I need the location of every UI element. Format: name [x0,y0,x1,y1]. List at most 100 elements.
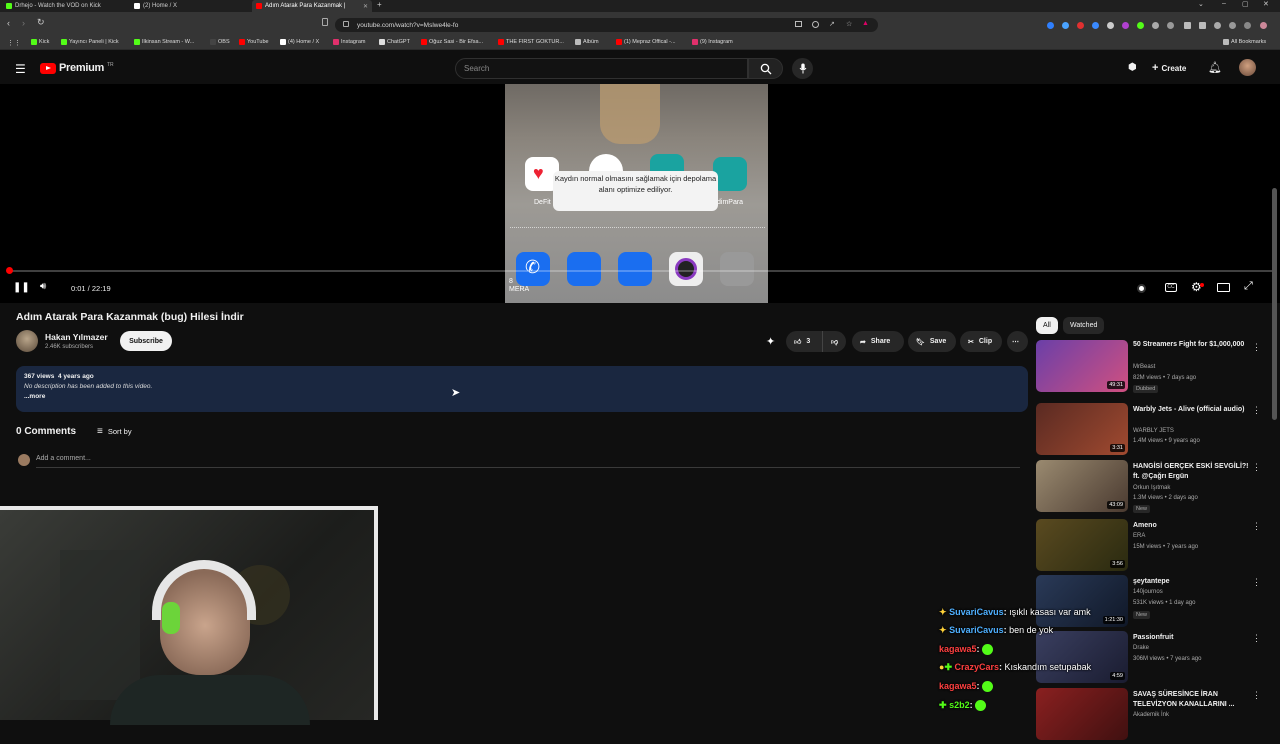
volume-icon[interactable]: 🔊︎ [40,281,46,292]
recommended-video[interactable]: 1:21:30 şeytantepe 140journos 531K views… [1036,575,1276,631]
recommended-video[interactable]: 49:31 50 Streamers Fight for $1,000,000 … [1036,340,1276,396]
close-window-icon[interactable]: ✕ [1263,0,1269,8]
more-vertical-icon[interactable]: ⋮ [1252,633,1261,644]
scrubber-handle[interactable] [6,267,13,274]
like-button[interactable]: 👍︎ 3 [786,331,822,352]
bookmark[interactable]: Albüm [575,39,599,45]
all-bookmarks[interactable]: All Bookmarks [1223,39,1266,45]
recommended-channel[interactable]: Akademik İnk [1133,712,1169,718]
recommended-channel[interactable]: Drake [1133,645,1149,651]
video-thumbnail[interactable]: 3:31 [1036,403,1128,455]
video-thumbnail[interactable]: 49:31 [1036,340,1128,392]
create-button[interactable]: + Create [1152,62,1186,74]
settings-gear-icon[interactable]: ⚙ [1191,280,1202,294]
recommended-video[interactable]: SAVAŞ SÜRESİNCE İRAN TELEVİZYON KANALLAR… [1036,688,1276,744]
extension-icon[interactable] [1107,22,1114,29]
share-button[interactable]: ➦ Share [852,331,904,352]
bookmark[interactable]: YouTube [239,39,269,45]
more-vertical-icon[interactable]: ⋮ [1252,342,1261,353]
extension-icon[interactable]: ▲ [862,20,869,27]
show-more-link[interactable]: ...more [24,393,1020,400]
more-vertical-icon[interactable]: ⋮ [1252,690,1261,701]
bookmark[interactable]: OBS [210,39,230,45]
channel-avatar[interactable] [16,330,38,352]
subscribe-button[interactable]: Subscribe [120,331,172,351]
chip-watched[interactable]: Watched [1063,317,1105,334]
recommended-video[interactable]: 43:09 HANGİSİ GERÇEK ESKİ SEVGİLİ?! ft. … [1036,460,1276,516]
avatar-icon[interactable] [1260,22,1267,29]
bookmark[interactable]: Kick [31,39,49,45]
cast-icon[interactable]: ⬢ [1128,62,1137,73]
clip-button[interactable]: ✂ Clip [960,331,1002,352]
autoplay-toggle[interactable] [1137,284,1146,293]
shield-icon[interactable] [1229,22,1236,29]
browser-tab[interactable]: Drhejo - Watch the VOD on Kick [2,0,130,12]
extension-icon[interactable] [1152,22,1159,29]
bookmark[interactable]: Yayıncı Paneli | Kick [61,39,119,45]
browser-tab-active[interactable]: Adım Atarak Para Kazanmak | ✕ [252,0,372,12]
bookmark[interactable]: (1) Mepraz Offical -... [616,39,676,45]
account-avatar[interactable] [1239,59,1256,76]
fullscreen-icon[interactable]: ⤢ [1244,280,1253,293]
extension-icon[interactable] [1092,22,1099,29]
miniplayer-icon[interactable] [1217,283,1230,292]
star-icon[interactable]: ☆ [846,20,852,28]
site-info-icon[interactable] [343,21,349,27]
recommended-video[interactable]: 4:59 Passionfruit Drake 306M views • 7 y… [1036,631,1276,687]
save-button[interactable]: 🔖︎ Save [908,331,956,352]
recommended-channel[interactable]: Orkun Işıtmak [1133,485,1170,491]
share-page-icon[interactable]: ↗ [829,20,835,28]
maximize-icon[interactable]: ▢ [1242,0,1249,8]
new-tab-icon[interactable]: + [377,0,382,9]
channel-name[interactable]: Hakan Yılmazer [45,332,108,342]
bookmark[interactable]: ChatGPT [379,39,410,45]
downloads-icon[interactable] [1214,22,1221,29]
extension-icon[interactable] [1062,22,1069,29]
bookmark[interactable]: Oğuz Sasi - Bir Efsa... [421,39,483,45]
chip-all[interactable]: All [1036,317,1058,334]
dislike-button[interactable]: 👎︎ [822,331,846,352]
description-box[interactable]: 367 views 4 years ago No description has… [16,366,1028,412]
bookmark[interactable]: Instagram [333,39,365,45]
tab-list-icon[interactable]: ⌄ [1198,0,1204,8]
page-scrollbar[interactable] [1272,188,1277,420]
bookmark[interactable]: (4) Home / X [280,39,319,45]
recommended-channel[interactable]: 140journos [1133,589,1163,595]
voice-search-button[interactable] [792,58,813,79]
video-thumbnail[interactable]: 1:21:30 [1036,575,1128,627]
url-bar[interactable]: youtube.com/watch?v=Mslwe4le-fo ↗ ☆ ▲ [335,18,878,32]
cast-icon[interactable] [795,21,802,27]
forward-icon[interactable]: › [22,18,25,28]
more-vertical-icon[interactable]: ⋮ [1252,577,1261,588]
bookmark-page-icon[interactable] [322,18,328,26]
captions-icon[interactable]: CC [1165,283,1177,292]
extension-icon[interactable] [1137,22,1144,29]
bell-icon[interactable]: 🔔︎ [1208,61,1222,74]
extension-icon[interactable] [1122,22,1129,29]
sort-by-button[interactable]: ≡ Sort by [97,426,132,437]
recommended-channel[interactable]: ERA [1133,533,1145,539]
recommended-channel[interactable]: MrBeast [1133,364,1155,370]
more-actions-button[interactable]: ⋯ [1007,331,1028,352]
minimize-icon[interactable]: – [1222,0,1226,7]
progress-bar[interactable] [8,270,1272,272]
video-thumbnail[interactable]: 3:56 [1036,519,1128,571]
search-input[interactable]: Search [455,58,748,79]
more-vertical-icon[interactable]: ⋮ [1252,405,1261,416]
profile-icon[interactable] [1199,22,1206,29]
bookmark[interactable]: Ilkinsan Stream - W... [134,39,194,45]
back-icon[interactable]: ‹ [7,18,10,28]
close-tab-icon[interactable]: ✕ [363,3,368,10]
more-vertical-icon[interactable]: ⋮ [1252,521,1261,532]
extension-icon[interactable] [1077,22,1084,29]
add-comment-input[interactable]: Add a comment... [36,455,1020,468]
more-vertical-icon[interactable]: ⋮ [1252,462,1261,473]
youtube-logo[interactable]: Premium TR [40,62,114,74]
search-button[interactable] [748,58,783,79]
recommended-video[interactable]: 3:31 Warbly Jets - Alive (official audio… [1036,403,1276,459]
sidebar-icon[interactable] [1184,22,1191,29]
video-thumbnail[interactable] [1036,688,1128,740]
extensions-icon[interactable] [1167,22,1174,29]
zoom-icon[interactable] [812,21,819,28]
menu-icon[interactable] [1244,22,1251,29]
